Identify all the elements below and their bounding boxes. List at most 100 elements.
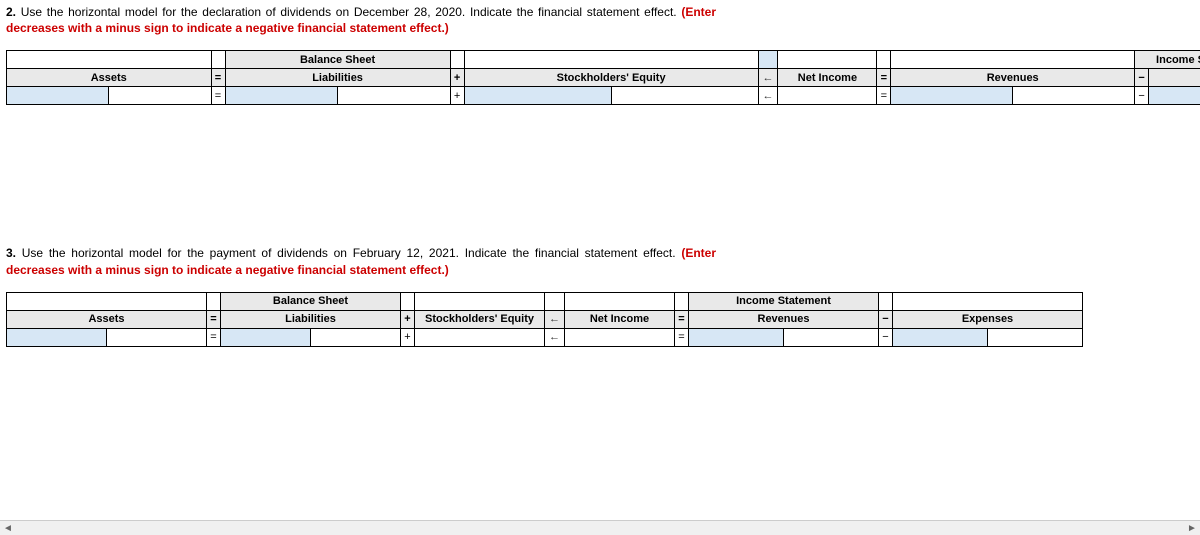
table-row: = + ← = −	[7, 87, 1200, 105]
cell-input[interactable]	[991, 330, 1079, 344]
assets-header: Assets	[7, 69, 212, 87]
expenses-account-input[interactable]	[893, 328, 988, 346]
cell-input[interactable]	[781, 89, 873, 103]
cell-input[interactable]	[112, 89, 207, 103]
income-statement-header: Income Statement	[1135, 51, 1200, 69]
blank-cell	[7, 292, 207, 310]
cell-input[interactable]	[10, 89, 105, 103]
liabilities-account-input[interactable]	[221, 328, 311, 346]
q3-prompt: 3. Use the horizontal model for the paym…	[6, 245, 716, 277]
blank-cell	[211, 51, 225, 69]
plus-op: +	[450, 69, 464, 87]
cell-input[interactable]	[787, 330, 875, 344]
cell-input[interactable]	[224, 330, 307, 344]
revenues-amount-input[interactable]	[784, 328, 879, 346]
plus-op: +	[401, 328, 415, 346]
expenses-amount-input[interactable]	[988, 328, 1083, 346]
blank-cell	[545, 292, 565, 310]
minus-op: −	[1135, 87, 1149, 105]
minus-op: −	[879, 328, 893, 346]
blank-cell	[450, 51, 464, 69]
cell-input[interactable]	[1152, 89, 1200, 103]
arrow-left-icon: ←	[545, 328, 565, 346]
minus-op: −	[879, 310, 893, 328]
q3-number: 3.	[6, 246, 16, 260]
q2-horizontal-model-table: Balance Sheet Income Statement Assets = …	[6, 50, 1200, 105]
blank-cell	[7, 51, 212, 69]
blank-cell	[891, 51, 1135, 69]
revenues-amount-input[interactable]	[1013, 87, 1135, 105]
se-amount-input[interactable]	[611, 87, 758, 105]
scroll-left-button[interactable]: ◄	[0, 521, 16, 535]
cell-input[interactable]	[894, 89, 1009, 103]
net-income-input[interactable]	[565, 328, 675, 346]
liabilities-header: Liabilities	[225, 69, 450, 87]
arrow-left-icon: ←	[545, 310, 565, 328]
expenses-header: Expenses	[1149, 69, 1200, 87]
scrollbar-track[interactable]	[16, 521, 1184, 535]
net-income-header: Net Income	[565, 310, 675, 328]
assets-account-input[interactable]	[7, 87, 109, 105]
minus-op: −	[1135, 69, 1149, 87]
net-income-input[interactable]	[778, 87, 877, 105]
equals-op: =	[211, 69, 225, 87]
q3-horizontal-model-table: Balance Sheet Income Statement Assets = …	[6, 292, 1083, 347]
balance-sheet-header: Balance Sheet	[221, 292, 401, 310]
cell-input[interactable]	[1016, 89, 1131, 103]
table-row: Balance Sheet Income Statement	[7, 292, 1083, 310]
cell-input[interactable]	[692, 330, 780, 344]
plus-op: +	[450, 87, 464, 105]
cell-input[interactable]	[615, 89, 755, 103]
table-row: Assets = Liabilities + Stockholders' Equ…	[7, 69, 1200, 87]
scroll-area[interactable]: 2. Use the horizontal model for the decl…	[0, 0, 1200, 520]
revenues-header: Revenues	[689, 310, 879, 328]
table-row: = + ← = −	[7, 328, 1083, 346]
se-account-input[interactable]	[464, 87, 611, 105]
expenses-header: Expenses	[893, 310, 1083, 328]
assets-amount-input[interactable]	[109, 87, 211, 105]
horizontal-scrollbar[interactable]: ◄ ►	[0, 520, 1200, 535]
scroll-right-button[interactable]: ►	[1184, 521, 1200, 535]
cell-input[interactable]	[341, 89, 447, 103]
revenues-account-input[interactable]	[689, 328, 784, 346]
liabilities-amount-input[interactable]	[338, 87, 451, 105]
blank-cell	[464, 51, 758, 69]
assets-amount-input[interactable]	[107, 328, 207, 346]
equals-op: =	[211, 87, 225, 105]
stockholders-equity-header: Stockholders' Equity	[415, 310, 545, 328]
cell-input[interactable]	[314, 330, 397, 344]
se-amount-input[interactable]	[415, 328, 545, 346]
cell-input[interactable]	[10, 330, 103, 344]
spacer	[6, 105, 1200, 245]
cell-input[interactable]	[110, 330, 203, 344]
table-row: Assets = Liabilities + Stockholders' Equ…	[7, 310, 1083, 328]
liabilities-account-input[interactable]	[225, 87, 338, 105]
q3-text: Use the horizontal model for the payment…	[16, 246, 681, 260]
q2-prompt: 2. Use the horizontal model for the decl…	[6, 4, 716, 36]
cell-input[interactable]	[896, 330, 984, 344]
arrow-left-icon: ←	[758, 69, 778, 87]
liabilities-amount-input[interactable]	[311, 328, 401, 346]
income-statement-header: Income Statement	[689, 292, 879, 310]
revenues-header: Revenues	[891, 69, 1135, 87]
expenses-account-input[interactable]	[1149, 87, 1200, 105]
revenues-account-input[interactable]	[891, 87, 1013, 105]
equals-op: =	[675, 310, 689, 328]
blank-cell	[207, 292, 221, 310]
assets-header: Assets	[7, 310, 207, 328]
assets-account-input[interactable]	[7, 328, 107, 346]
cell-input[interactable]	[468, 89, 608, 103]
stockholders-equity-header: Stockholders' Equity	[464, 69, 758, 87]
blank-cell	[879, 292, 893, 310]
cell-input[interactable]	[568, 330, 671, 344]
equals-op: =	[877, 69, 891, 87]
equals-op: =	[207, 310, 221, 328]
q2-number: 2.	[6, 5, 16, 19]
cell-input[interactable]	[229, 89, 335, 103]
blank-cell	[415, 292, 545, 310]
equals-op: =	[207, 328, 221, 346]
blank-cell	[675, 292, 689, 310]
plus-op: +	[401, 310, 415, 328]
page-content: 2. Use the horizontal model for the decl…	[0, 0, 1200, 347]
cell-input[interactable]	[418, 330, 541, 344]
